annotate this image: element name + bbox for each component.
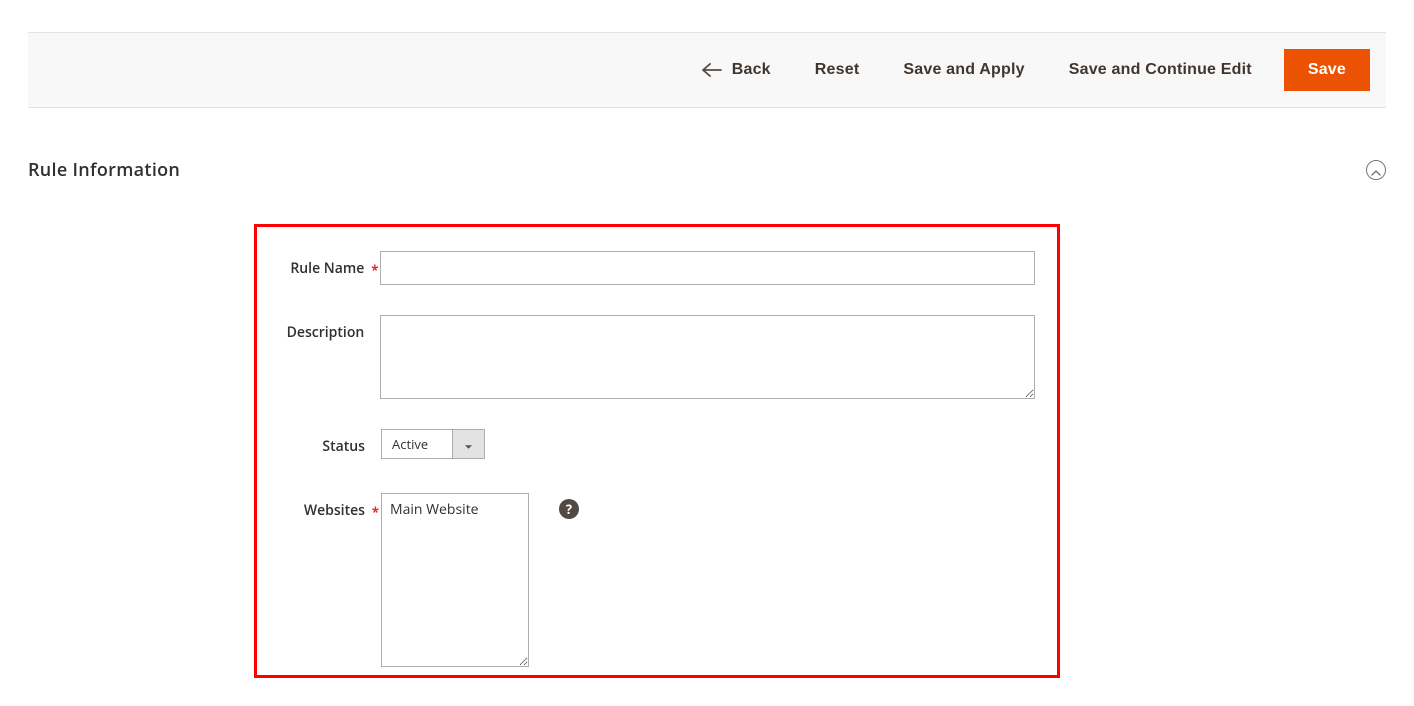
status-label: Status bbox=[279, 429, 381, 456]
reset-button[interactable]: Reset bbox=[793, 51, 882, 89]
back-button-label: Back bbox=[732, 61, 771, 79]
websites-multiselect[interactable]: Main Website bbox=[381, 493, 529, 667]
save-button[interactable]: Save bbox=[1284, 49, 1370, 91]
help-icon[interactable]: ? bbox=[559, 499, 579, 519]
chevron-up-icon bbox=[1371, 159, 1381, 181]
section-header: Rule Information bbox=[28, 158, 1386, 182]
description-field: Description bbox=[279, 315, 1035, 399]
description-label: Description bbox=[279, 315, 380, 342]
websites-label: Websites bbox=[279, 493, 381, 520]
save-and-apply-label: Save and Apply bbox=[903, 61, 1024, 79]
status-select-toggle[interactable] bbox=[452, 430, 484, 458]
save-button-label: Save bbox=[1308, 61, 1346, 79]
save-and-continue-label: Save and Continue Edit bbox=[1069, 61, 1252, 79]
rule-name-label: Rule Name bbox=[279, 251, 380, 278]
websites-field: Websites Main Website ? bbox=[279, 493, 1035, 667]
status-select[interactable]: Active bbox=[381, 429, 485, 459]
section-title: Rule Information bbox=[28, 158, 180, 182]
back-button[interactable]: Back bbox=[680, 51, 793, 89]
arrow-left-icon bbox=[702, 63, 722, 77]
status-field: Status Active bbox=[279, 429, 1035, 459]
websites-option[interactable]: Main Website bbox=[390, 500, 520, 519]
caret-down-icon bbox=[464, 433, 473, 455]
rule-name-field: Rule Name bbox=[279, 251, 1035, 285]
description-input[interactable] bbox=[380, 315, 1035, 399]
reset-button-label: Reset bbox=[815, 61, 860, 79]
status-select-value: Active bbox=[382, 430, 452, 458]
collapse-toggle[interactable] bbox=[1366, 160, 1386, 180]
action-toolbar: Back Reset Save and Apply Save and Conti… bbox=[28, 32, 1386, 108]
rule-information-form: Rule Name Description Status Active Webs… bbox=[254, 224, 1060, 678]
save-and-apply-button[interactable]: Save and Apply bbox=[881, 51, 1046, 89]
save-and-continue-button[interactable]: Save and Continue Edit bbox=[1047, 51, 1274, 89]
rule-name-input[interactable] bbox=[380, 251, 1035, 285]
